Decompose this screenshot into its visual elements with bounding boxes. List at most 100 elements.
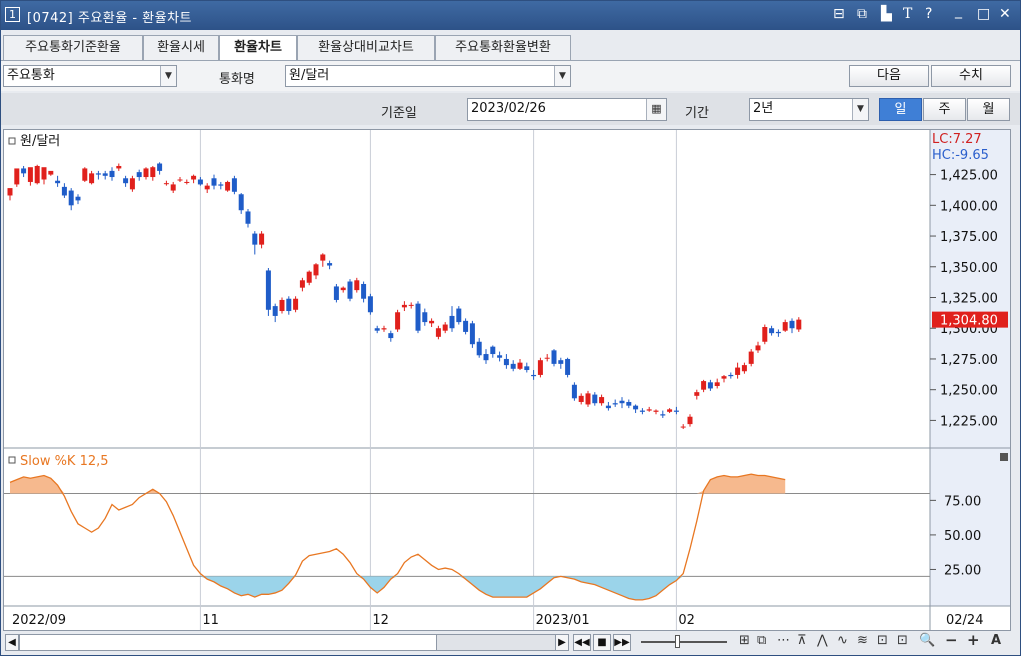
close-icon[interactable]: ✕ — [999, 6, 1011, 22]
candle-body — [619, 400, 625, 404]
candle-body — [558, 360, 564, 364]
chevron-down-icon[interactable]: ▼ — [160, 66, 176, 86]
candle-body — [537, 360, 543, 375]
filter-row: 주요통화 ▼ 통화명 원/달러 ▼ 다음 수치 — [1, 61, 1020, 91]
monthly-button[interactable]: 월 — [967, 98, 1010, 121]
candle-body — [415, 303, 421, 331]
horizontal-scrollbar[interactable] — [19, 634, 556, 651]
stop-button[interactable]: ■ — [593, 634, 611, 651]
candle-body — [571, 384, 577, 399]
candle-body — [714, 382, 720, 386]
next-button[interactable]: 다음 — [849, 65, 929, 87]
price-tick-label: 1,325.00 — [940, 292, 998, 307]
app-window: 1 [0742] 주요환율 - 환율차트 ⊟ ⧉ ▙ T ? _ □ ✕ 주요통… — [0, 0, 1021, 656]
calendar-icon[interactable]: ▦ — [646, 99, 666, 120]
dotted-line-icon[interactable]: ⋯ — [777, 633, 790, 648]
overlay-icon[interactable]: ⧉ — [757, 633, 766, 648]
auto-scale-icon[interactable]: A — [991, 633, 1001, 648]
currency-label: 통화명 — [219, 72, 255, 87]
print-icon[interactable]: ⊡ — [877, 633, 888, 648]
candle-body — [143, 168, 149, 178]
period-select-value: 2년 — [753, 101, 774, 116]
pattern-tool-icon[interactable]: ≋ — [857, 633, 868, 648]
copy-window-icon[interactable]: ⧉ — [857, 6, 867, 22]
candle-body — [707, 382, 713, 389]
candle-body — [667, 409, 673, 412]
zoom-icon[interactable]: 🔍 — [919, 633, 935, 648]
category-select-value: 주요통화 — [7, 68, 55, 83]
restore-layout-icon[interactable]: ⊟ — [833, 6, 845, 22]
scroll-right-button[interactable]: ▶ — [555, 634, 569, 651]
candle-body — [313, 264, 319, 276]
tab-rate-quotes[interactable]: 환율시세 — [143, 35, 219, 61]
zoom-slider-thumb[interactable] — [675, 635, 680, 648]
candle-body — [7, 188, 13, 196]
chart-svg[interactable]: 원/달러 LC:7.27 HC:-9.65 Slow %K 12,5 75.00… — [4, 130, 1010, 630]
stoch-label: Slow %K 12,5 — [20, 454, 109, 469]
candle-body — [347, 281, 353, 299]
font-size-icon[interactable]: T — [903, 6, 912, 22]
minimize-icon[interactable]: _ — [955, 3, 962, 19]
candle-body — [680, 426, 686, 428]
candle-body — [225, 181, 231, 191]
candle-body — [381, 328, 387, 330]
candle-body — [429, 320, 435, 324]
wave-tool-icon[interactable]: ⋀ — [817, 633, 828, 648]
window-title: [0742] 주요환율 - 환율차트 — [27, 11, 192, 26]
candle-body — [775, 331, 781, 334]
candle-body — [204, 185, 210, 190]
save-image-icon[interactable]: ⊡ — [897, 633, 908, 648]
x-tick-label: 02 — [678, 613, 695, 628]
fast-forward-button[interactable]: ▶▶ — [613, 634, 631, 651]
candle-body — [476, 341, 482, 356]
daily-button[interactable]: 일 — [879, 98, 922, 121]
tab-converter[interactable]: 주요통화환율변환 — [435, 35, 571, 61]
candle-body — [123, 178, 129, 184]
candle-body — [510, 363, 516, 369]
candle-body — [238, 194, 244, 211]
trend-tool-icon[interactable]: ⊼ — [797, 633, 807, 648]
zoom-out-icon[interactable]: − — [945, 631, 958, 649]
tab-rate-chart[interactable]: 환율차트 — [219, 35, 297, 62]
chevron-down-icon[interactable]: ▼ — [852, 99, 868, 120]
scroll-thumb[interactable] — [436, 635, 556, 650]
maximize-icon[interactable]: □ — [977, 6, 990, 22]
stoch-overbought-fill — [10, 474, 786, 494]
chart-area[interactable]: 원/달러 LC:7.27 HC:-9.65 Slow %K 12,5 75.00… — [3, 129, 1011, 631]
chevron-down-icon[interactable]: ▼ — [554, 66, 570, 86]
candle-body — [762, 327, 768, 342]
help-icon[interactable]: ? — [925, 6, 932, 22]
candle-body — [75, 196, 81, 201]
lc-label: LC:7.27 — [932, 132, 982, 147]
currency-select-value: 원/달러 — [289, 68, 330, 83]
candle-body — [286, 298, 292, 312]
curve-tool-icon[interactable]: ∿ — [837, 633, 848, 648]
base-date-input[interactable]: 2023/02/26 ▦ — [467, 98, 667, 121]
stoch-pane-toggle-icon[interactable] — [8, 456, 16, 464]
price-pane-toggle-icon[interactable] — [8, 137, 16, 145]
candle-body — [578, 395, 584, 402]
link-icon[interactable]: ▙ — [881, 6, 892, 22]
weekly-button[interactable]: 주 — [923, 98, 966, 121]
values-button[interactable]: 수치 — [931, 65, 1011, 87]
candle-body — [449, 315, 455, 329]
currency-select[interactable]: 원/달러 ▼ — [285, 65, 571, 87]
category-select[interactable]: 주요통화 ▼ — [3, 65, 177, 87]
zoom-slider-track[interactable] — [641, 641, 727, 643]
base-date-value: 2023/02/26 — [471, 101, 546, 116]
candle-body — [197, 179, 203, 185]
grid-icon[interactable]: ⊞ — [739, 633, 750, 648]
candle-body — [490, 346, 496, 355]
period-select[interactable]: 2년 ▼ — [749, 98, 869, 121]
tab-major-base-rate[interactable]: 주요통화기준환율 — [3, 35, 143, 61]
zoom-in-icon[interactable]: + — [967, 631, 980, 649]
candle-body — [361, 283, 367, 299]
x-tick-label: 12 — [372, 613, 389, 628]
candle-body — [442, 324, 448, 331]
tab-relative-chart[interactable]: 환율상대비교차트 — [297, 35, 435, 61]
pane-close-icon[interactable] — [1000, 453, 1008, 461]
candle-body — [456, 308, 462, 323]
scroll-left-button[interactable]: ◀ — [5, 634, 19, 651]
rewind-button[interactable]: ◀◀ — [573, 634, 591, 651]
candle-body — [184, 181, 190, 183]
